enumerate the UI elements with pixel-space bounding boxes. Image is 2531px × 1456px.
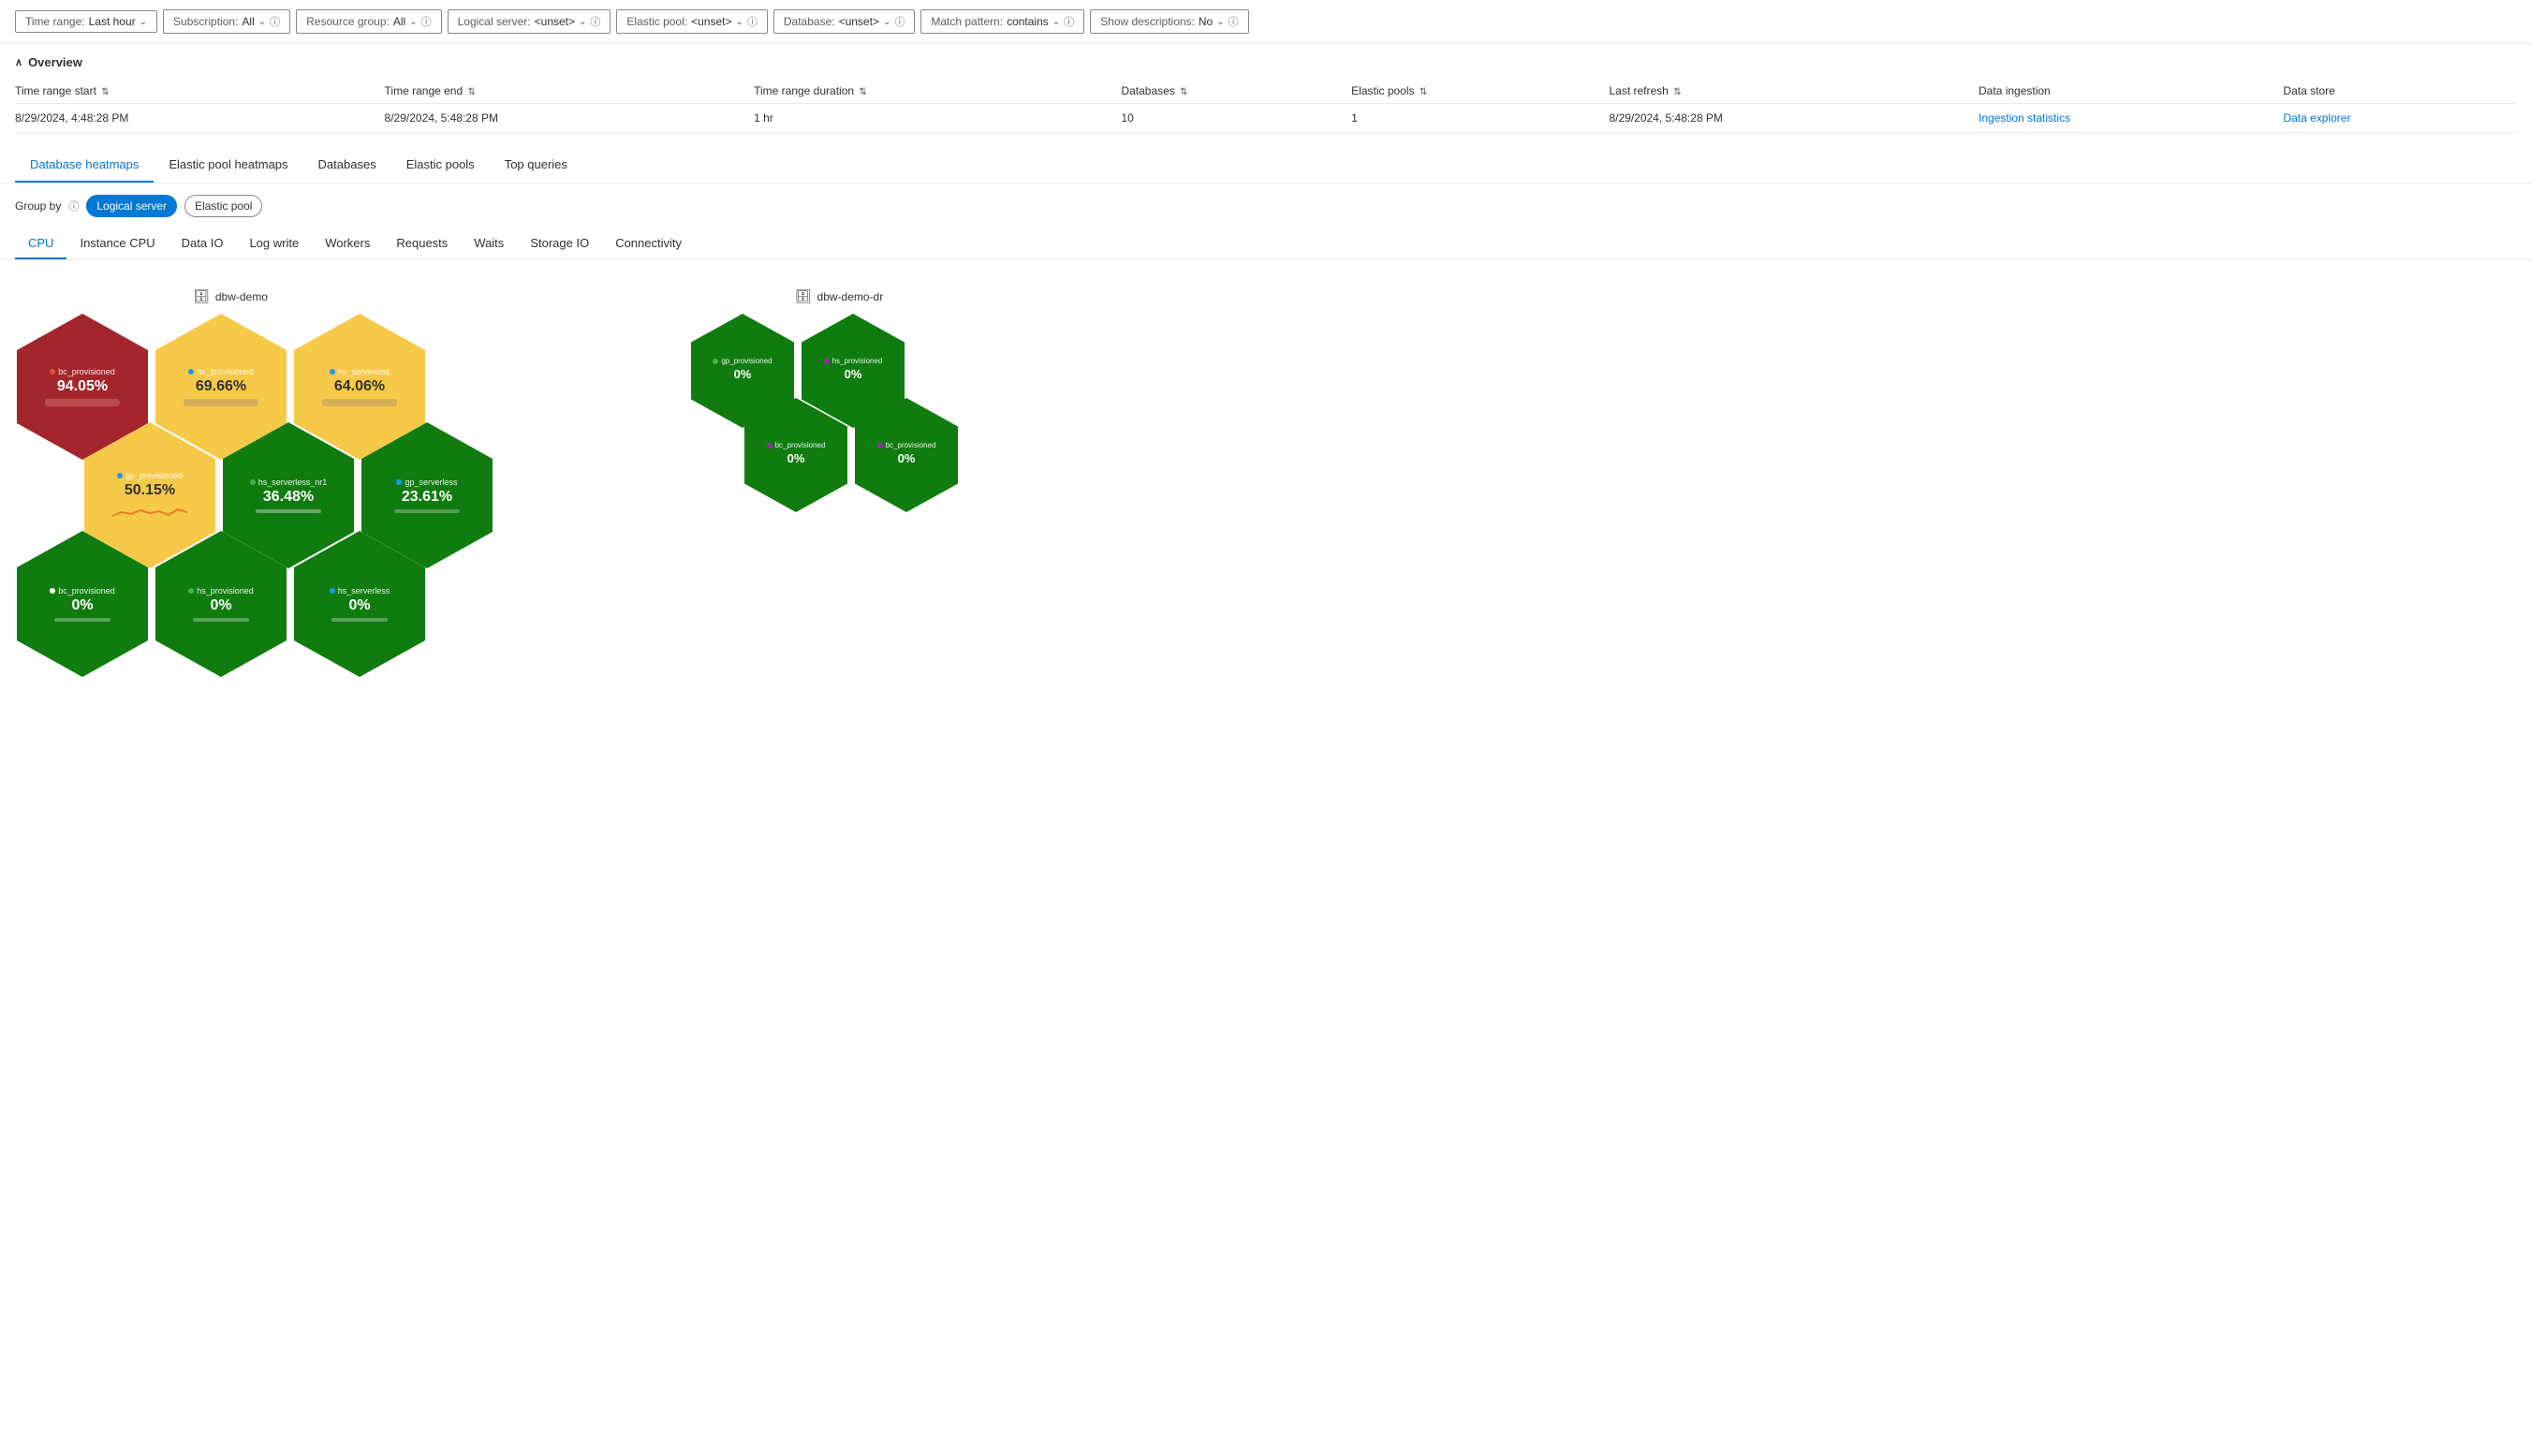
metric-tab-instance-cpu[interactable]: Instance CPU [66, 228, 168, 259]
server2-label: 🗄 dbw-demo-dr [795, 288, 883, 304]
group-elastic-pool[interactable]: Elastic pool [184, 195, 262, 217]
tab-databases[interactable]: Databases [303, 148, 391, 183]
metric-tab-workers[interactable]: Workers [312, 228, 383, 259]
hex-hs-provisioned-2[interactable]: hs_provisioned 0% [155, 531, 287, 677]
time-range-filter[interactable]: Time range: Last hour ⌄ [15, 10, 157, 33]
tab-elastic-pools[interactable]: Elastic pools [391, 148, 490, 183]
overview-table: Time range start ⇅ Time range end ⇅ Time… [15, 79, 2516, 133]
cell-time-start: 8/29/2024, 4:48:28 PM [15, 104, 385, 133]
server1-icon: 🗄 [193, 288, 210, 304]
cell-time-end: 8/29/2024, 5:48:28 PM [385, 104, 755, 133]
metric-tabs: CPU Instance CPU Data IO Log write Worke… [0, 228, 2531, 260]
tab-database-heatmaps[interactable]: Database heatmaps [15, 148, 154, 183]
collapse-icon[interactable]: ∧ [15, 56, 22, 68]
cell-elastic-pools: 1 [1351, 104, 1609, 133]
col-data-ingestion: Data ingestion [1979, 79, 2283, 104]
group-by-label: Group by [15, 199, 61, 213]
hex-bc-provisioned-2[interactable]: bc_provisioned 0% [17, 531, 148, 677]
cell-last-refresh: 8/29/2024, 5:48:28 PM [1609, 104, 1979, 133]
metric-tab-waits[interactable]: Waits [461, 228, 517, 259]
server1-hex-grid: bc_provisioned 94.05% hs_provisio [15, 312, 446, 780]
match-pattern-filter[interactable]: Match pattern: contains ⌄ ⓘ [920, 9, 1084, 34]
cell-data-store: Data explorer [2283, 104, 2516, 133]
ingestion-statistics-link[interactable]: Ingestion statistics [1979, 111, 2070, 125]
metric-tab-storage-io[interactable]: Storage IO [517, 228, 602, 259]
group-by-info-icon: ⓘ [68, 199, 79, 213]
server-group-dbw-demo-dr: 🗄 dbw-demo-dr gp_provisioned 0% [689, 288, 989, 593]
overview-title: Overview [28, 55, 82, 69]
overview-header: ∧ Overview [15, 55, 2516, 69]
hex-hs-serverless-2[interactable]: hs_serverless 0% [294, 531, 425, 677]
tab-elastic-pool-heatmaps[interactable]: Elastic pool heatmaps [154, 148, 302, 183]
cell-databases: 10 [1121, 104, 1351, 133]
table-row: 8/29/2024, 4:48:28 PM 8/29/2024, 5:48:28… [15, 104, 2516, 133]
filter-bar: Time range: Last hour ⌄ Subscription: Al… [0, 0, 2531, 44]
metric-tab-requests[interactable]: Requests [383, 228, 461, 259]
overview-section: ∧ Overview Time range start ⇅ Time range… [0, 44, 2531, 133]
server2-name: dbw-demo-dr [817, 290, 884, 303]
heatmap-area: 🗄 dbw-demo bc_provisioned 94.05% [0, 260, 2531, 808]
col-databases[interactable]: Databases ⇅ [1121, 79, 1351, 104]
col-time-start[interactable]: Time range start ⇅ [15, 79, 385, 104]
metric-tab-log-write[interactable]: Log write [236, 228, 312, 259]
metric-tab-data-io[interactable]: Data IO [169, 228, 237, 259]
data-explorer-link[interactable]: Data explorer [2283, 111, 2350, 125]
col-time-end[interactable]: Time range end ⇅ [385, 79, 755, 104]
show-descriptions-filter[interactable]: Show descriptions: No ⌄ ⓘ [1090, 9, 1248, 34]
logical-server-filter[interactable]: Logical server: <unset> ⌄ ⓘ [448, 9, 611, 34]
group-by-section: Group by ⓘ Logical server Elastic pool [0, 184, 2531, 228]
server2-icon: 🗄 [795, 288, 812, 304]
col-elastic-pools[interactable]: Elastic pools ⇅ [1351, 79, 1609, 104]
metric-tab-connectivity[interactable]: Connectivity [602, 228, 695, 259]
main-tabs: Database heatmaps Elastic pool heatmaps … [0, 148, 2531, 184]
hex-bc-provisioned-dr-1[interactable]: bc_provisioned 0% [744, 398, 847, 512]
cell-duration: 1 hr [754, 104, 1121, 133]
hex-bc-provisioned-dr-2[interactable]: bc_provisioned 0% [855, 398, 958, 512]
col-last-refresh[interactable]: Last refresh ⇅ [1609, 79, 1979, 104]
elastic-pool-filter[interactable]: Elastic pool: <unset> ⌄ ⓘ [616, 9, 767, 34]
col-data-store: Data store [2283, 79, 2516, 104]
server-group-dbw-demo: 🗄 dbw-demo bc_provisioned 94.05% [15, 288, 446, 780]
server2-hex-grid: gp_provisioned 0% hs_provisioned [689, 312, 989, 593]
metric-tab-cpu[interactable]: CPU [15, 228, 66, 259]
server1-name: dbw-demo [215, 290, 268, 303]
resource-group-filter[interactable]: Resource group: All ⌄ ⓘ [296, 9, 441, 34]
subscription-filter[interactable]: Subscription: All ⌄ ⓘ [163, 9, 290, 34]
col-duration[interactable]: Time range duration ⇅ [754, 79, 1121, 104]
cell-data-ingestion: Ingestion statistics [1979, 104, 2283, 133]
tab-top-queries[interactable]: Top queries [490, 148, 582, 183]
server1-label: 🗄 dbw-demo [193, 288, 268, 304]
group-logical-server[interactable]: Logical server [86, 195, 177, 217]
database-filter[interactable]: Database: <unset> ⌄ ⓘ [773, 9, 915, 34]
